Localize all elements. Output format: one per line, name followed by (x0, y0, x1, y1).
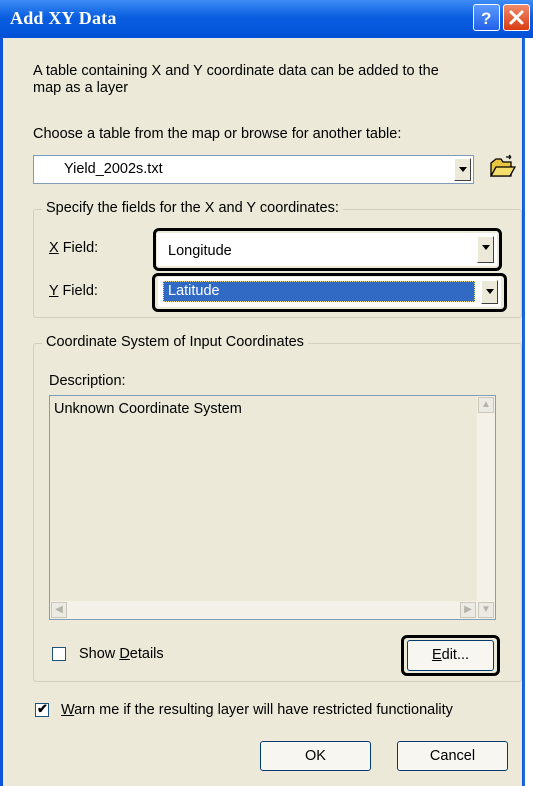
table-chooser-label: Choose a table from the map or browse fo… (33, 126, 402, 142)
y-field-label: Y Field: (49, 283, 98, 299)
warn-label: Warn me if the resulting layer will have… (61, 702, 453, 718)
svg-text:?: ? (481, 9, 491, 28)
x-field-label: X Field: (49, 240, 99, 256)
table-select-value: Yield_2002s.txt (64, 161, 163, 177)
show-details-checkbox[interactable] (52, 647, 66, 661)
cancel-button[interactable]: Cancel (397, 741, 508, 771)
description-text: Unknown Coordinate System (54, 401, 242, 417)
scroll-down-icon[interactable]: ▼ (478, 602, 494, 618)
coordinate-system-legend: Coordinate System of Input Coordinates (42, 334, 308, 350)
help-icon: ? (481, 9, 491, 28)
description-textbox[interactable]: Unknown Coordinate System ▲ ▼ ◀ ▶ (49, 395, 496, 620)
window-border-left (0, 38, 3, 786)
edit-button-highlight (401, 635, 500, 676)
xy-fields-legend: Specify the fields for the X and Y coord… (42, 200, 343, 216)
scroll-left-icon[interactable]: ◀ (51, 602, 67, 618)
x-field-highlight (153, 228, 502, 271)
table-select[interactable]: Yield_2002s.txt (33, 155, 474, 184)
intro-line-1: A table containing X and Y coordinate da… (33, 63, 439, 79)
checkmark-icon: ✔ (37, 701, 48, 716)
folder-open-icon (489, 154, 517, 177)
scroll-right-icon[interactable]: ▶ (460, 602, 476, 618)
intro-line-2: map as a layer (33, 80, 129, 96)
show-details-label: Show Details (79, 646, 164, 662)
y-field-highlight (152, 273, 507, 312)
browse-button[interactable] (486, 153, 517, 183)
horizontal-scrollbar[interactable]: ◀ ▶ (50, 601, 477, 619)
ok-button[interactable]: OK (260, 741, 371, 771)
vertical-scrollbar[interactable]: ▲ ▼ (477, 396, 495, 619)
warn-checkbox[interactable]: ✔ (35, 701, 49, 717)
window-border (522, 38, 525, 786)
title-bar: Add XY Data ? (0, 0, 533, 38)
window-title: Add XY Data (10, 8, 117, 28)
description-label: Description: (49, 373, 126, 389)
close-icon (509, 10, 524, 25)
help-button[interactable]: ? (473, 4, 500, 31)
table-dropdown-arrow[interactable] (454, 158, 471, 181)
scroll-up-icon[interactable]: ▲ (478, 397, 494, 413)
close-button[interactable] (503, 4, 530, 31)
